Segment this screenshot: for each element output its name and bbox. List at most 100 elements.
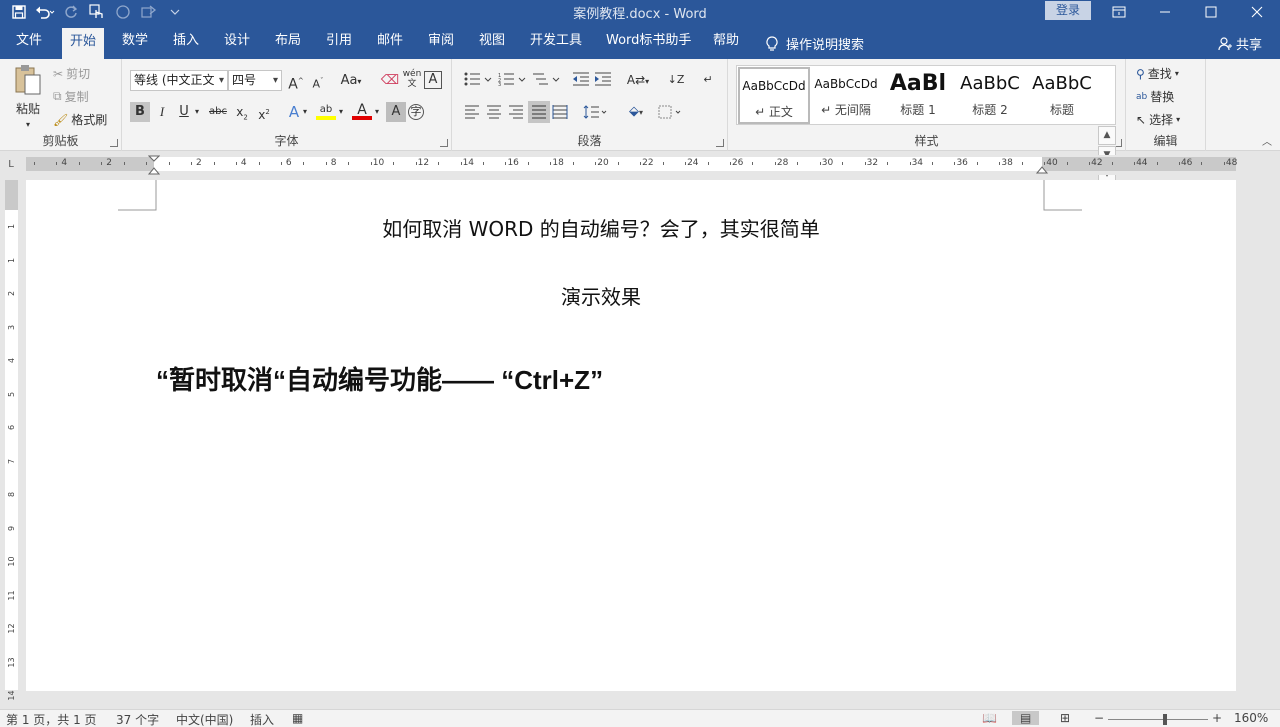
language-indicator[interactable]: 中文(中国) bbox=[176, 711, 233, 727]
borders-icon[interactable] bbox=[658, 105, 684, 119]
cut-button[interactable]: ✂ 剪切 bbox=[53, 65, 90, 82]
align-center-icon[interactable] bbox=[486, 105, 502, 119]
underline-chevron-icon[interactable]: ▾ bbox=[192, 102, 202, 122]
font-launcher-icon[interactable] bbox=[440, 139, 448, 147]
numbering-icon[interactable]: 123 bbox=[498, 72, 528, 86]
tab-help[interactable]: 帮助 bbox=[705, 31, 747, 59]
style-heading-2[interactable]: AaBbC 标题 2 bbox=[954, 67, 1026, 124]
tab-file[interactable]: 文件 bbox=[8, 31, 50, 59]
web-layout-icon[interactable]: ⊞ bbox=[1060, 711, 1070, 725]
chevron-down-icon[interactable]: ▾ bbox=[372, 102, 382, 122]
bold-button[interactable]: B bbox=[130, 102, 150, 122]
ruler-tick bbox=[752, 162, 754, 165]
clear-formatting-icon[interactable]: ⌫ bbox=[380, 71, 400, 91]
tab-selector-icon[interactable]: L bbox=[5, 159, 17, 171]
shrink-font-button[interactable]: Aˇ bbox=[308, 71, 328, 91]
find-button[interactable]: ⚲ 查找 ▾ bbox=[1136, 65, 1179, 82]
insert-mode[interactable]: 插入 bbox=[250, 711, 274, 727]
style-name: ↵ 正文 bbox=[755, 105, 793, 119]
login-button[interactable]: 登录 bbox=[1045, 1, 1091, 20]
style-heading-1[interactable]: AaBl 标题 1 bbox=[882, 67, 954, 124]
text-direction-button[interactable]: A⇄▾ bbox=[624, 70, 652, 90]
tab-developer[interactable]: 开发工具 bbox=[522, 31, 590, 59]
document-title[interactable]: 如何取消 WORD 的自动编号？会了，其实很简单 bbox=[26, 213, 1176, 242]
document-heading[interactable]: “暂时取消“自动编号功能—— “Ctrl+Z” bbox=[156, 360, 603, 397]
style-title[interactable]: AaBbC 标题 bbox=[1026, 67, 1098, 124]
zoom-out-button[interactable]: − bbox=[1094, 711, 1104, 725]
page-count[interactable]: 第 1 页，共 1 页 bbox=[6, 711, 97, 727]
font-name-combo[interactable]: 等线 (中文正文 ▾ bbox=[130, 70, 228, 91]
share-button[interactable]: 共享 bbox=[1218, 34, 1262, 53]
strikethrough-button[interactable]: abc bbox=[206, 102, 230, 122]
chevron-down-icon[interactable]: ▾ bbox=[336, 102, 346, 122]
align-right-icon[interactable] bbox=[508, 105, 524, 119]
increase-indent-icon[interactable] bbox=[594, 72, 612, 86]
align-left-icon[interactable] bbox=[464, 105, 480, 119]
enclose-characters-button[interactable]: 字 bbox=[408, 104, 424, 120]
shading-button[interactable]: ⬙▾ bbox=[622, 102, 650, 122]
distributed-icon[interactable] bbox=[552, 105, 568, 119]
multilevel-list-icon[interactable] bbox=[532, 72, 562, 86]
clipboard-launcher-icon[interactable] bbox=[110, 139, 118, 147]
underline-button[interactable]: U bbox=[174, 102, 194, 122]
font-size-combo[interactable]: 四号 ▾ bbox=[228, 70, 282, 91]
vertical-ruler[interactable]: 1 1 2 3 4 5 6 7 8 9 10 11 12 13 14 bbox=[5, 180, 18, 701]
first-line-indent-icon[interactable] bbox=[148, 155, 160, 175]
bullets-icon[interactable] bbox=[464, 72, 494, 86]
word-count[interactable]: 37 个字 bbox=[116, 711, 159, 727]
tab-math[interactable]: 数学 bbox=[114, 31, 156, 59]
zoom-slider-thumb[interactable] bbox=[1163, 714, 1167, 725]
style-normal[interactable]: AaBbCcDd ↵ 正文 bbox=[738, 67, 810, 124]
line-spacing-icon[interactable] bbox=[582, 105, 608, 119]
chevron-down-icon[interactable]: ▾ bbox=[300, 102, 310, 122]
document-subtitle[interactable]: 演示效果 bbox=[26, 281, 1176, 310]
select-button[interactable]: ↖ 选择 ▾ bbox=[1136, 111, 1180, 128]
change-case-button[interactable]: Aa▾ bbox=[336, 71, 366, 91]
read-mode-icon[interactable]: 📖 bbox=[982, 711, 997, 725]
format-painter-button[interactable]: 🖌 格式刷 bbox=[53, 111, 107, 128]
font-color-button[interactable]: A bbox=[352, 100, 372, 120]
style-no-spacing[interactable]: AaBbCcDd ↵ 无间隔 bbox=[810, 67, 882, 124]
character-shading-button[interactable]: A bbox=[386, 102, 406, 122]
vertical-scrollbar-area[interactable] bbox=[1236, 175, 1280, 695]
tab-layout[interactable]: 布局 bbox=[267, 31, 309, 59]
tab-home[interactable]: 开始 bbox=[62, 28, 105, 59]
tab-mailings[interactable]: 邮件 bbox=[369, 31, 411, 59]
sort-button[interactable]: ↓Z bbox=[666, 70, 686, 90]
highlight-color-button[interactable]: ab bbox=[316, 100, 336, 120]
macro-record-icon[interactable]: ▦ bbox=[292, 711, 303, 725]
document-page[interactable]: 如何取消 WORD 的自动编号？会了，其实很简单 演示效果 “暂时取消“自动编号… bbox=[26, 180, 1236, 691]
paragraph-launcher-icon[interactable] bbox=[716, 139, 724, 147]
gallery-up-icon[interactable]: ▲ bbox=[1098, 126, 1116, 145]
phonetic-guide-button[interactable]: wén 文 bbox=[402, 69, 422, 89]
close-button[interactable] bbox=[1234, 0, 1280, 23]
copy-button[interactable]: ⧉ 复制 bbox=[53, 88, 89, 105]
ribbon-display-options-button[interactable] bbox=[1096, 0, 1142, 23]
tab-insert[interactable]: 插入 bbox=[165, 31, 207, 59]
tab-references[interactable]: 引用 bbox=[318, 31, 360, 59]
minimize-button[interactable] bbox=[1142, 0, 1188, 23]
collapse-ribbon-icon[interactable]: ︿ bbox=[1262, 133, 1272, 148]
right-indent-icon[interactable] bbox=[1036, 161, 1048, 175]
print-layout-icon[interactable]: ▤ bbox=[1012, 711, 1040, 725]
tab-view[interactable]: 视图 bbox=[471, 31, 513, 59]
maximize-button[interactable] bbox=[1188, 0, 1234, 23]
zoom-slider-track[interactable] bbox=[1108, 719, 1208, 720]
zoom-level[interactable]: 160% bbox=[1234, 711, 1268, 725]
tell-me-search[interactable]: 操作说明搜索 bbox=[766, 34, 864, 53]
italic-button[interactable]: I bbox=[152, 102, 172, 122]
justify-button[interactable] bbox=[528, 101, 550, 123]
superscript-button[interactable]: x2 bbox=[254, 102, 274, 122]
decrease-indent-icon[interactable] bbox=[572, 72, 590, 86]
paste-button[interactable]: 粘贴 ▾ bbox=[10, 63, 46, 129]
tab-design[interactable]: 设计 bbox=[216, 31, 258, 59]
subscript-button[interactable]: x2 bbox=[232, 102, 252, 122]
tab-bid-assistant[interactable]: Word标书助手 bbox=[598, 31, 699, 59]
show-marks-button[interactable]: ↵ bbox=[698, 70, 718, 90]
horizontal-ruler[interactable]: 4 2 2 4 6 8 10 12 14 16 18 20 22 24 26 28 30 32 34 36 38 40 42… bbox=[26, 157, 1237, 171]
tab-review[interactable]: 审阅 bbox=[420, 31, 462, 59]
replace-button[interactable]: ab 替换 bbox=[1136, 88, 1174, 105]
zoom-in-button[interactable]: + bbox=[1212, 711, 1222, 725]
grow-font-button[interactable]: A^ bbox=[286, 71, 306, 93]
character-border-button[interactable]: A bbox=[424, 71, 442, 89]
